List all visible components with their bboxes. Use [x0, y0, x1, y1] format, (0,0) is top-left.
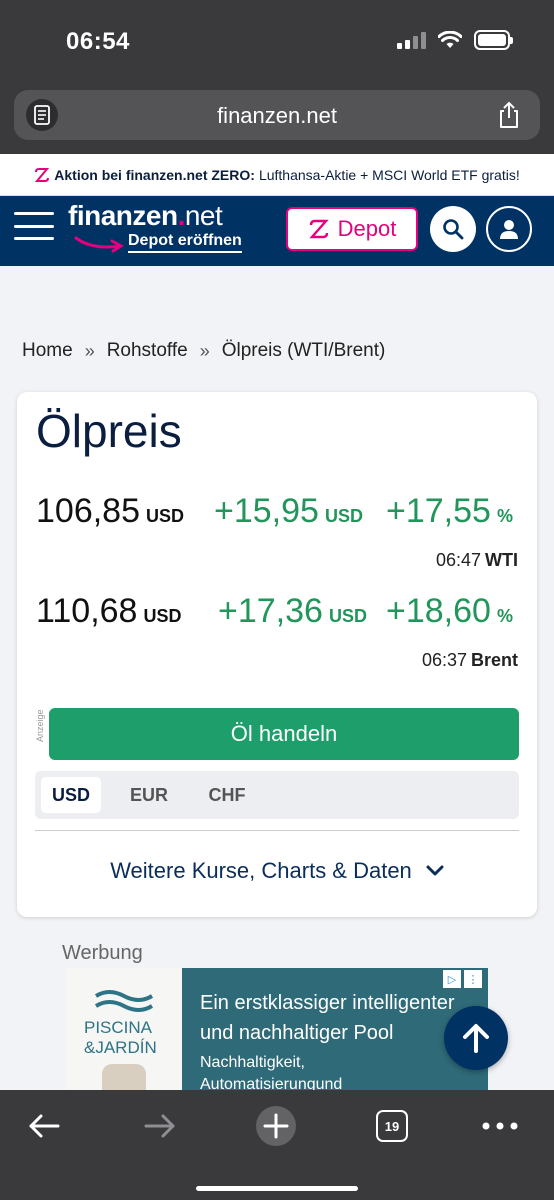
ad-marker: Anzeige: [35, 709, 45, 742]
user-icon: [500, 220, 518, 239]
quote-card: Ölpreis 106,85 USD +15,95 USD +17,55% 06:4…: [17, 392, 537, 917]
status-time: 06:54: [66, 28, 130, 55]
back-arrow-icon: [29, 1114, 60, 1138]
logo-net: net: [184, 200, 223, 231]
breadcrumb: Home » Rohstoffe » Ölpreis (WTI/Brent): [22, 340, 385, 362]
ad-menu-icon[interactable]: ⋮: [464, 970, 482, 988]
cellular-signal-icon: [397, 31, 426, 49]
scroll-to-top-button[interactable]: [444, 1006, 508, 1070]
quote-change-absolute: +17,36 USD: [218, 592, 367, 630]
home-indicator: [196, 1186, 358, 1191]
promo-bold-text: Aktion bei finanzen.net ZERO:: [54, 166, 255, 183]
ad-headline: Ein erstklassiger intelligenter und nach…: [200, 992, 455, 1044]
status-icons: [397, 30, 513, 50]
adchoices-icon[interactable]: ▷: [443, 970, 461, 988]
status-bar: 06:54: [0, 0, 554, 84]
account-button[interactable]: [486, 206, 532, 252]
more-dots-icon: [482, 1122, 518, 1130]
tabs-count: 19: [376, 1110, 408, 1142]
ad-body: Nachhaltigkeit, Automatisierungund: [200, 1054, 343, 1092]
breadcrumb-separator: »: [199, 340, 210, 361]
currency-eur[interactable]: EUR: [119, 777, 179, 813]
currency-usd[interactable]: USD: [41, 777, 101, 813]
ad-choices[interactable]: ▷ ⋮: [443, 970, 482, 988]
forward-button[interactable]: [136, 1104, 184, 1148]
wave-logo-icon: [94, 990, 154, 1012]
quote-price: 110,68 USD: [36, 592, 182, 630]
promo-banner[interactable]: Aktion bei finanzen.net ZERO: Lufthansa-…: [0, 154, 554, 196]
breadcrumb-commodities[interactable]: Rohstoffe: [107, 340, 188, 362]
quote-change-absolute: +15,95 USD: [214, 492, 363, 530]
quote-price: 106,85 USD: [36, 492, 185, 530]
breadcrumb-home[interactable]: Home: [22, 340, 73, 362]
url-text: finanzen.net: [217, 103, 337, 128]
plus-icon: [256, 1106, 296, 1146]
logo-main: finanzen: [68, 200, 178, 231]
depot-label: Depot: [337, 216, 397, 241]
forward-arrow-icon: [144, 1114, 175, 1138]
ad-product-image: [102, 1064, 146, 1092]
address-bar[interactable]: finanzen.net: [14, 90, 540, 140]
depot-button[interactable]: Depot: [286, 207, 418, 251]
more-menu-button[interactable]: [476, 1104, 524, 1148]
zero-logo-icon: [308, 219, 329, 239]
ad-brand-name: PISCINA &JARDÍN: [84, 1018, 157, 1057]
back-button[interactable]: [20, 1104, 68, 1148]
search-icon: [443, 219, 464, 240]
tabs-button[interactable]: 19: [368, 1104, 416, 1148]
divider: [35, 830, 519, 831]
page-title: Ölpreis: [36, 405, 182, 457]
search-button[interactable]: [430, 206, 476, 252]
ad-brand-panel: PISCINA &JARDÍN: [66, 968, 182, 1092]
battery-icon: [474, 30, 513, 50]
currency-chf[interactable]: CHF: [197, 777, 257, 813]
logo-dot: .: [177, 200, 186, 231]
depot-open-link[interactable]: Depot eröffnen: [128, 232, 242, 253]
breadcrumb-current: Ölpreis (WTI/Brent): [221, 340, 386, 361]
new-tab-button[interactable]: [252, 1104, 300, 1148]
more-data-link[interactable]: Weitere Kurse, Charts & Daten: [17, 858, 537, 884]
ad-banner[interactable]: PISCINA &JARDÍN Ein erstklassiger intelli…: [66, 968, 488, 1092]
browser-address-area: finanzen.net: [0, 84, 554, 154]
quote-row-brent: 110,68 USD +17,36 USD +18,60%: [36, 592, 520, 632]
currency-switcher: USD EUR CHF: [35, 771, 519, 819]
logo-arrow-icon: [74, 236, 124, 253]
ad-label: Werbung: [62, 942, 143, 964]
menu-icon[interactable]: [14, 212, 54, 240]
quote-row-wti: 106,85 USD +15,95 USD +17,55%: [36, 492, 520, 532]
site-header: finanzen.net Depot eröffnen Depot: [0, 196, 554, 266]
zero-logo-icon: [35, 167, 50, 182]
quote-change-percent: +17,55%: [386, 492, 513, 530]
quote-time-wti: 06:47 WTI: [435, 550, 518, 570]
chevron-down-icon: [426, 865, 444, 876]
arrow-up-icon: [463, 1024, 489, 1053]
share-icon[interactable]: [496, 101, 522, 129]
quote-change-percent: +18,60%: [386, 592, 513, 630]
browser-toolbar: 19: [0, 1090, 554, 1200]
wifi-icon: [438, 31, 462, 48]
quote-time-brent: 06:37 Brent: [421, 650, 518, 670]
more-data-label: Weitere Kurse, Charts & Daten: [110, 858, 412, 883]
breadcrumb-separator: »: [84, 340, 95, 361]
trade-oil-button[interactable]: Öl handeln: [49, 708, 519, 760]
promo-text: Lufthansa-Aktie + MSCI World ETF gratis!: [258, 166, 520, 183]
site-logo[interactable]: finanzen.net: [68, 200, 223, 232]
